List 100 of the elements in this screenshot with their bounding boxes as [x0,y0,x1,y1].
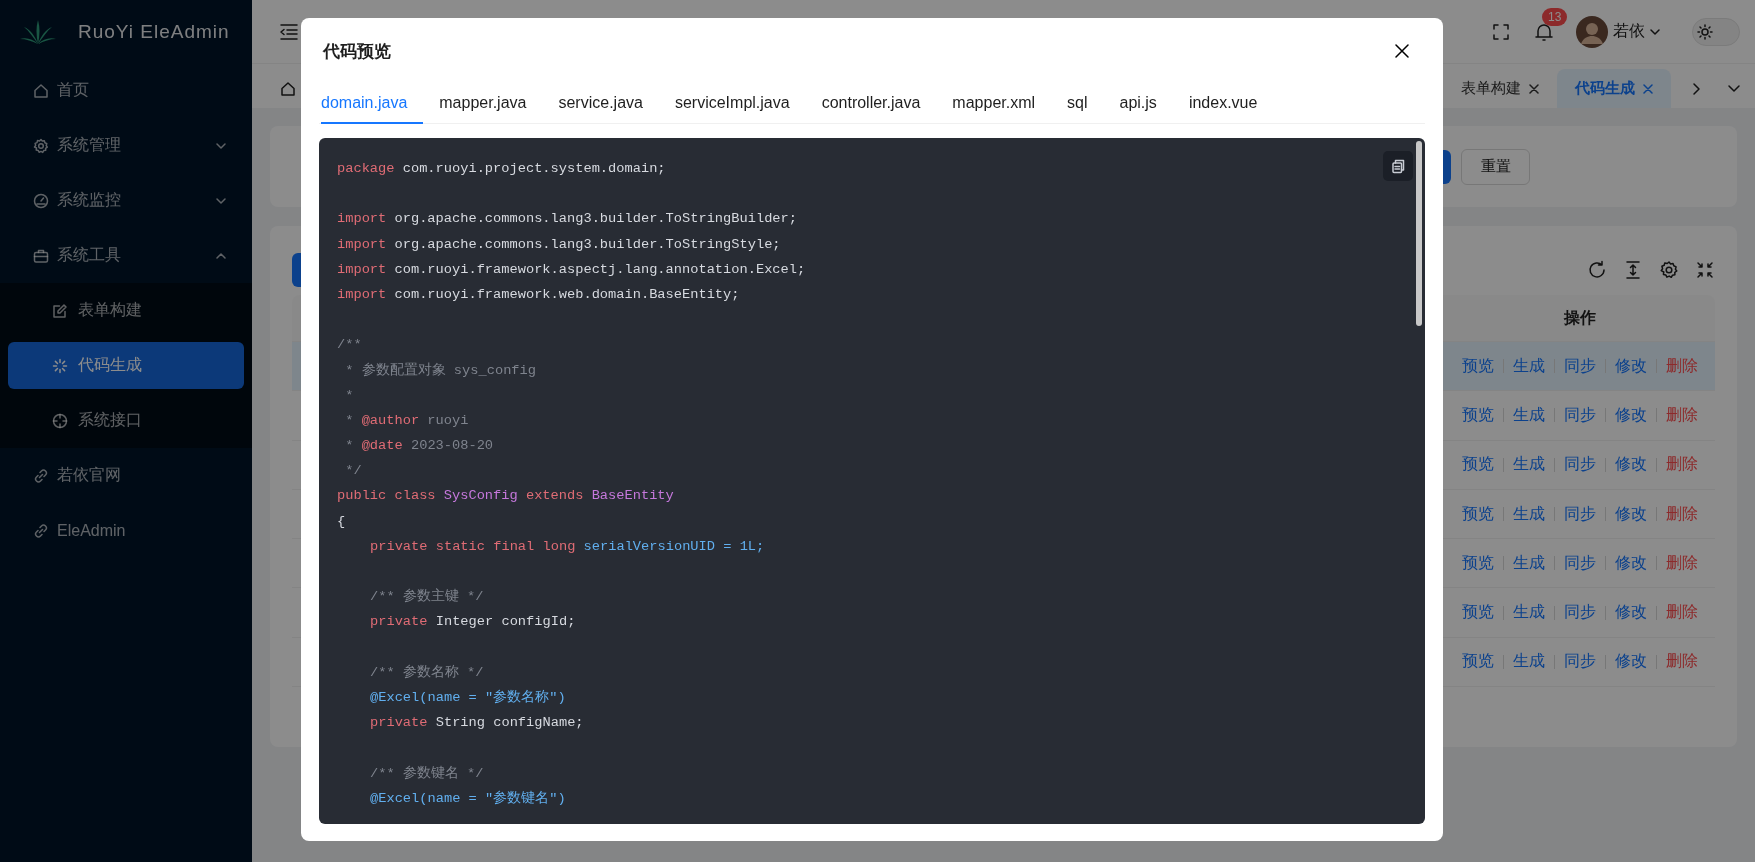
fullscreen-icon[interactable] [1492,22,1510,41]
delete-link[interactable]: 删除 [1656,552,1707,574]
spinner-icon [52,357,68,374]
action-link[interactable]: 生成 [1503,602,1554,624]
code-line: /** 参数主键 */ [369,587,484,607]
code-line: /** 参数键名 */ [369,764,484,783]
file-tab[interactable]: api.js [1103,84,1173,124]
file-tab[interactable]: domain.java [321,84,424,124]
action-link[interactable]: 生成 [1503,355,1554,377]
notification-badge: 13 [1542,7,1568,26]
file-tab[interactable]: controller.java [805,84,937,124]
chevron-right-icon[interactable] [1691,81,1701,96]
action-link[interactable]: 预览 [1452,454,1503,476]
action-link[interactable]: 生成 [1503,552,1554,574]
sun-icon [1697,23,1713,40]
settings-icon[interactable] [1659,260,1679,280]
action-link[interactable]: 修改 [1605,503,1656,525]
code-line: import org.apache.commons.lang3.builder.ToStringBuilder; [337,210,797,229]
file-tab[interactable]: serviceImpl.java [658,84,806,124]
menu-item[interactable]: 系统管理 [8,122,244,169]
delete-link[interactable]: 删除 [1656,602,1707,624]
code-line: * @author ruoyi [344,411,469,430]
delete-link[interactable]: 删除 [1656,503,1707,525]
action-link[interactable]: 预览 [1452,503,1503,525]
action-link[interactable]: 同步 [1554,552,1605,574]
action-link[interactable]: 生成 [1503,651,1554,673]
action-link[interactable]: 同步 [1554,602,1605,624]
action-link[interactable]: 预览 [1452,404,1503,426]
action-link[interactable]: 修改 [1605,552,1656,574]
home-icon[interactable] [280,80,296,97]
code-line: * [344,386,354,405]
code-line: public class SysConfig extends BaseEntity [337,487,674,506]
collapse-icon[interactable] [1695,260,1715,280]
menu-item[interactable]: EleAdmin [8,507,244,554]
menu-item[interactable]: 系统监控 [8,177,244,224]
delete-link[interactable]: 删除 [1656,404,1707,426]
refresh-icon[interactable] [1587,260,1607,280]
action-link[interactable]: 同步 [1554,404,1605,426]
copy-icon [1390,158,1406,174]
code-line: @Excel(name = "参数名称") [369,688,566,707]
code-line: import com.ruoyi.framework.web.domain.BaseEntity; [337,285,740,304]
code-line: */ [344,462,362,481]
action-link[interactable]: 生成 [1503,454,1554,476]
code-line: import com.ruoyi.framework.aspectj.lang.annotation.Excel; [337,260,806,279]
chevron-down-icon[interactable] [1727,83,1741,94]
action-link[interactable]: 修改 [1605,651,1656,673]
logo-text: RuoYi EleAdmin [78,20,230,43]
menu-item[interactable]: 表单构建 [8,287,244,334]
delete-link[interactable]: 删除 [1656,355,1707,377]
reset-button[interactable]: 重置 [1461,148,1530,185]
action-link[interactable]: 同步 [1554,651,1605,673]
theme-switch[interactable] [1692,17,1740,46]
file-tab[interactable]: service.java [542,84,659,124]
code-line: /** 参数名称 */ [369,663,484,682]
menu-item[interactable]: 系统接口 [8,397,244,444]
scrollbar-thumb[interactable] [1416,141,1422,326]
code-line: * @date 2023-08-20 [344,437,494,456]
action-link[interactable]: 生成 [1503,503,1554,525]
close-icon[interactable] [1395,44,1409,58]
bell-icon[interactable] [1534,21,1554,42]
avatar-icon [1576,15,1608,48]
action-link[interactable]: 预览 [1452,651,1503,673]
menu-item[interactable]: 系统工具 [8,232,244,279]
code-line: private static final long serialVersionUID = 1L; [369,537,765,556]
file-tab[interactable]: mapper.xml [936,84,1052,124]
action-link[interactable]: 同步 [1554,454,1605,476]
action-link[interactable]: 预览 [1452,552,1503,574]
action-link[interactable]: 修改 [1605,355,1656,377]
menu-item[interactable]: 首页 [8,67,244,114]
menu-item[interactable]: 代码生成 [8,342,244,389]
action-link[interactable]: 修改 [1605,404,1656,426]
page-tab[interactable]: 代码生成 [1557,69,1671,108]
action-link[interactable]: 同步 [1554,503,1605,525]
copy-button[interactable] [1383,151,1413,181]
code-line: private Integer configId; [369,613,576,632]
code-line: import org.apache.commons.lang3.builder.ToStringStyle; [337,235,781,254]
delete-link[interactable]: 删除 [1656,651,1707,673]
code-line: * 参数配置对象 sys_config [344,361,536,380]
file-tab[interactable]: mapper.java [423,84,543,124]
file-tab[interactable]: index.vue [1172,84,1274,124]
code-line: package com.ruoyi.project.system.domain; [337,160,666,178]
menu-icon[interactable] [279,22,299,41]
action-link[interactable]: 预览 [1452,355,1503,377]
code-line: @Excel(name = "参数键名") [369,789,566,808]
action-link[interactable]: 生成 [1503,404,1554,426]
dialog-title: 代码预览 [323,40,391,63]
page-tab[interactable]: 表单构建 [1443,69,1557,108]
action-link[interactable]: 同步 [1554,355,1605,377]
code-line: { [337,512,346,531]
file-tab[interactable]: sql [1051,84,1104,124]
action-link[interactable]: 修改 [1605,454,1656,476]
menu-item[interactable]: 若依官网 [8,452,244,499]
action-link[interactable]: 预览 [1452,602,1503,624]
delete-link[interactable]: 删除 [1656,454,1707,476]
row-height-icon[interactable] [1623,260,1643,280]
action-link[interactable]: 修改 [1605,602,1656,624]
user-menu[interactable]: 若依 [1576,15,1662,48]
column-header: 操作 [1563,307,1596,328]
code-line: private String configName; [369,714,584,733]
code-line: /** [337,336,362,355]
